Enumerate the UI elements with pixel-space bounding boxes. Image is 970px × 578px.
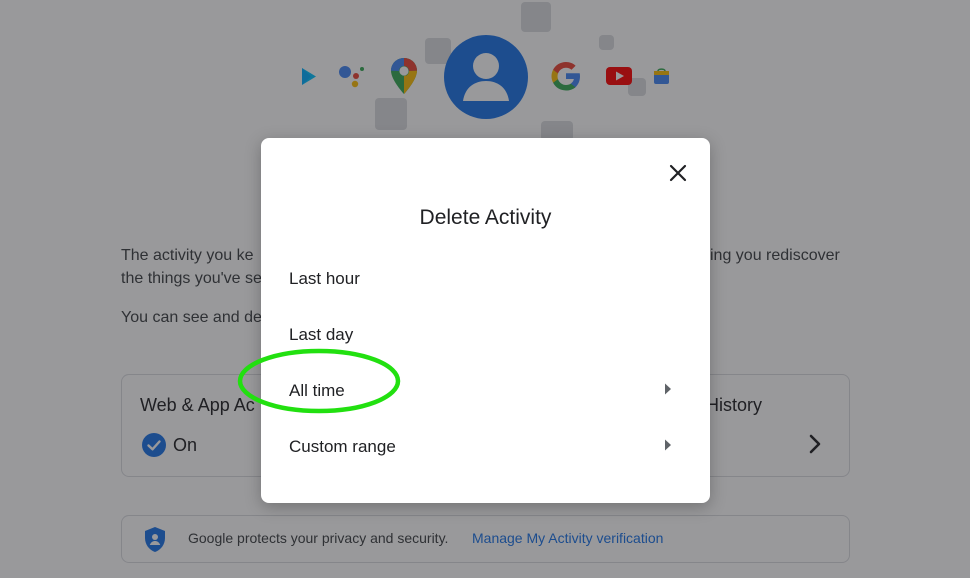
option-all-time[interactable]: All time	[261, 361, 710, 417]
delete-activity-dialog: Delete Activity Last hour Last day All t…	[261, 138, 710, 503]
option-last-day[interactable]: Last day	[261, 305, 710, 361]
dialog-title: Delete Activity	[419, 206, 552, 229]
option-label: Last day	[289, 325, 354, 344]
arrow-right-icon	[665, 439, 671, 451]
arrow-right-icon	[665, 383, 671, 395]
close-button[interactable]	[662, 157, 694, 189]
option-last-hour[interactable]: Last hour	[261, 249, 710, 305]
close-icon	[669, 164, 687, 182]
option-label: Custom range	[289, 437, 396, 456]
option-label: Last hour	[289, 269, 360, 288]
option-label: All time	[289, 381, 345, 400]
option-custom-range[interactable]: Custom range	[261, 417, 710, 473]
